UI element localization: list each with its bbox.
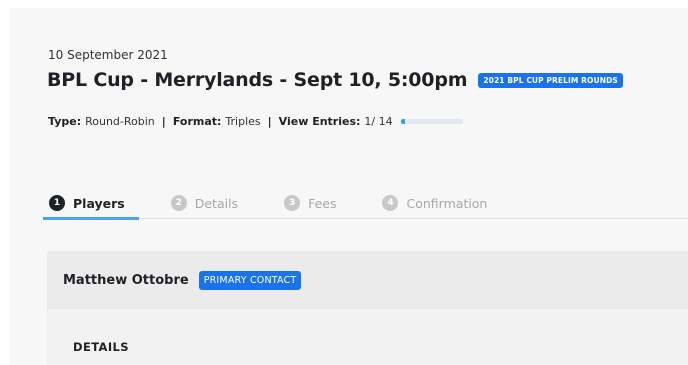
tab-confirmation[interactable]: 4 Confirmation	[380, 188, 489, 218]
step-tabs: 1 Players 2 Details 3 Fees 4 Confirmation	[43, 188, 688, 220]
step-number-icon: 3	[284, 195, 301, 211]
type-label: Type:	[48, 115, 82, 128]
tab-players[interactable]: 1 Players	[43, 188, 139, 220]
tab-label: Details	[194, 195, 239, 211]
meta-separator: |	[161, 115, 166, 128]
format-value: Triples	[225, 115, 261, 128]
entries-progress-bar	[400, 119, 463, 124]
competition-badge: 2021 BPL CUP PRELIM ROUNDS	[478, 72, 623, 88]
tab-details[interactable]: 2 Details	[169, 188, 240, 218]
page-title: BPL Cup - Merrylands - Sept 10, 5:00pm	[47, 69, 468, 91]
details-section-heading: DETAILS	[73, 340, 129, 354]
entries-progress-fill	[400, 119, 405, 124]
tab-fees[interactable]: 3 Fees	[282, 188, 338, 218]
player-card-header: Matthew Ottobre PRIMARY CONTACT	[47, 251, 688, 309]
step-number-icon: 2	[170, 195, 187, 211]
step-number-icon: 4	[382, 195, 399, 211]
primary-contact-badge: PRIMARY CONTACT	[198, 270, 302, 290]
type-value: Round-Robin	[85, 115, 155, 128]
tab-label: Fees	[308, 195, 337, 211]
event-meta: Type: Round-Robin | Format: Triples | Vi…	[48, 115, 463, 128]
event-entry-page: 10 September 2021 BPL Cup - Merrylands -…	[10, 8, 688, 365]
player-name: Matthew Ottobre	[63, 272, 189, 288]
tab-label: Players	[73, 195, 125, 211]
entries-count: 1/ 14	[364, 115, 393, 128]
title-row: BPL Cup - Merrylands - Sept 10, 5:00pm 2…	[47, 69, 623, 91]
tab-label: Confirmation	[406, 195, 488, 211]
player-card-body: DETAILS	[47, 309, 688, 365]
meta-separator: |	[267, 115, 272, 128]
view-entries-link[interactable]: View Entries:	[279, 115, 361, 128]
step-number-icon: 1	[49, 195, 65, 211]
format-label: Format:	[172, 115, 222, 128]
event-date: 10 September 2021	[48, 48, 168, 62]
